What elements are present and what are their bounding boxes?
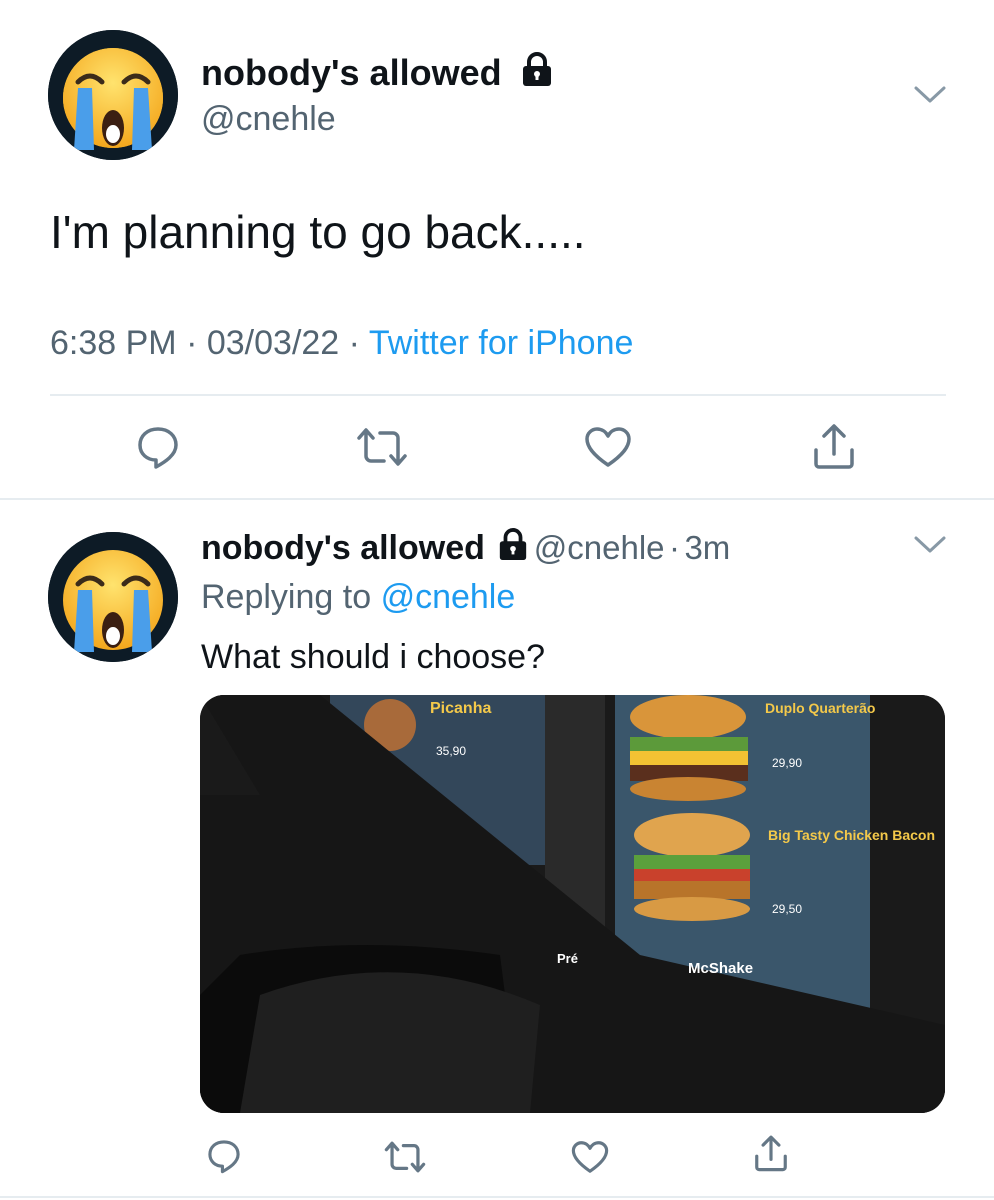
reply-icon (208, 1140, 240, 1174)
tweet-text: I'm planning to go back..... (50, 206, 586, 258)
like-icon (571, 1141, 609, 1173)
reply-text: What should i choose? (201, 638, 545, 676)
reply-header: nobody's allowed @cnehle · 3m (201, 528, 730, 568)
loudly-crying-face-emoji-icon (48, 30, 178, 160)
client-link[interactable]: Twitter for iPhone (369, 324, 634, 362)
avatar[interactable] (48, 532, 178, 662)
meta-separator: · (669, 529, 680, 566)
loudly-crying-face-emoji-icon (48, 532, 178, 662)
menu-item-price: 35,90 (436, 744, 466, 758)
tweet-date: 03/03/22 (206, 324, 340, 362)
avatar[interactable] (48, 30, 178, 160)
menu-item-label: Duplo Quarterão (765, 700, 875, 716)
menu-item-label: Picanha (430, 700, 491, 717)
pre-label: Pré (557, 951, 578, 966)
share-button[interactable] (752, 1134, 790, 1172)
tweet-photo[interactable]: Picanha 35,90 Duplo Quarterão 29,90 Big … (200, 695, 945, 1113)
chevron-down-icon[interactable] (913, 535, 947, 555)
replying-to-link[interactable]: @cnehle (381, 578, 516, 616)
reply-button[interactable] (206, 1138, 242, 1174)
display-name[interactable]: nobody's allowed (201, 52, 554, 94)
lock-icon (522, 52, 551, 86)
share-icon (814, 424, 854, 469)
like-icon (585, 427, 631, 467)
retweet-button[interactable] (383, 1140, 427, 1174)
like-button[interactable] (584, 426, 632, 468)
handle[interactable]: @cnehle (201, 100, 336, 139)
share-button[interactable] (810, 422, 858, 470)
chevron-down-icon[interactable] (913, 85, 947, 105)
drive-thru-menu-photo: Picanha 35,90 Duplo Quarterão 29,90 Big … (200, 695, 945, 1113)
menu-item-price: 29,90 (772, 756, 802, 770)
retweet-button[interactable] (355, 426, 409, 468)
tweet-time: 6:38 PM (50, 324, 177, 362)
retweet-icon (357, 428, 407, 466)
handle[interactable]: @cnehle (534, 529, 665, 566)
replying-to: Replying to @cnehle (201, 578, 516, 616)
display-name[interactable]: nobody's allowed (201, 529, 485, 567)
menu-item-price: 29,50 (772, 902, 802, 916)
divider (0, 498, 994, 500)
divider (0, 1196, 994, 1198)
meta-separator: · (348, 324, 360, 362)
tweet-meta: 6:38 PM · 03/03/22 · Twitter for iPhone (50, 324, 633, 363)
lock-icon (500, 528, 527, 561)
reply-icon (138, 427, 178, 469)
reply-button[interactable] (135, 424, 181, 470)
share-icon (755, 1135, 787, 1172)
meta-separator: · (186, 324, 198, 362)
menu-item-label: Big Tasty Chicken Bacon (768, 827, 935, 843)
like-button[interactable] (571, 1140, 609, 1174)
menu-item-label: McShake (688, 960, 753, 977)
reply-age: 3m (684, 529, 731, 566)
retweet-icon (384, 1141, 426, 1173)
divider (50, 394, 946, 396)
